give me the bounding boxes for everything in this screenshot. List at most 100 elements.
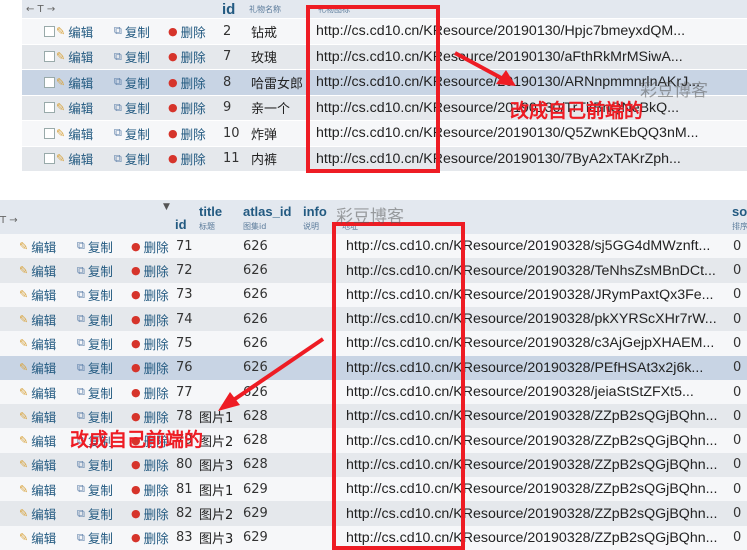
row-checkbox[interactable] (44, 45, 55, 70)
column-sort-arrows[interactable]: T → (0, 210, 18, 230)
copy-link[interactable]: ⧉ 复制 (77, 283, 113, 308)
column-gift-name[interactable]: 礼物名称 (249, 0, 281, 18)
edit-link[interactable]: ✎ 编辑 (19, 404, 56, 429)
column-info[interactable]: info (303, 202, 327, 220)
column-id[interactable]: id (222, 0, 235, 18)
edit-link[interactable]: ✎ 编辑 (19, 477, 56, 502)
edit-link[interactable]: ✎ 编辑 (19, 307, 56, 332)
checkbox[interactable] (44, 102, 55, 114)
delete-link[interactable]: ● 删除 (131, 283, 169, 308)
checkbox[interactable] (44, 51, 55, 63)
edit-link[interactable]: ✎ 编辑 (19, 331, 56, 356)
delete-link[interactable]: ● 删除 (168, 19, 206, 44)
copy-link[interactable]: ⧉ 复制 (77, 234, 113, 259)
delete-link[interactable]: ● 删除 (168, 147, 206, 172)
edit-link[interactable]: ✎ 编辑 (19, 501, 56, 526)
delete-link[interactable]: ● 删除 (168, 70, 206, 95)
checkbox[interactable] (44, 127, 55, 139)
edit-link[interactable]: ✎ 编辑 (56, 70, 93, 95)
row-checkbox[interactable] (44, 70, 55, 95)
edit-link-label: 编辑 (68, 75, 94, 91)
checkbox[interactable] (44, 153, 55, 165)
delete-link[interactable]: ● 删除 (131, 307, 169, 332)
sort-desc-icon[interactable]: ▼ (163, 200, 170, 214)
delete-link[interactable]: ● 删除 (131, 526, 169, 550)
copy-link[interactable]: ⧉ 复制 (77, 477, 113, 502)
edit-link[interactable]: ✎ 编辑 (19, 453, 56, 478)
delete-link-label: 删除 (143, 531, 169, 547)
column-id[interactable]: id (175, 214, 187, 234)
copy-link[interactable]: ⧉ 复制 (114, 147, 150, 172)
delete-icon: ● (168, 50, 178, 64)
checkbox[interactable] (44, 76, 55, 88)
delete-link[interactable]: ● 删除 (131, 331, 169, 356)
column-atlas-id[interactable]: atlas_id (243, 202, 291, 220)
copy-link[interactable]: ⧉ 复制 (114, 70, 150, 95)
copy-link-label: 复制 (87, 482, 113, 498)
delete-link[interactable]: ● 删除 (131, 234, 169, 259)
row-id: 8 (223, 74, 232, 90)
copy-link[interactable]: ⧉ 复制 (114, 121, 150, 146)
row-atlas-id: 626 (243, 311, 268, 327)
row-sort: 0 (733, 530, 742, 546)
delete-link-label: 删除 (143, 336, 169, 352)
row-sort: 0 (733, 287, 742, 303)
row-sort: 0 (733, 433, 742, 449)
pencil-icon: ✎ (56, 126, 66, 140)
copy-link[interactable]: ⧉ 复制 (77, 356, 113, 381)
row-checkbox[interactable] (44, 19, 55, 44)
row-checkbox[interactable] (44, 96, 55, 121)
edit-link-label: 编辑 (31, 312, 57, 328)
delete-link[interactable]: ● 删除 (168, 121, 206, 146)
delete-link[interactable]: ● 删除 (131, 258, 169, 283)
checkbox[interactable] (44, 25, 55, 37)
copy-link[interactable]: ⧉ 复制 (77, 307, 113, 332)
delete-link-label: 删除 (180, 126, 206, 142)
copy-link[interactable]: ⧉ 复制 (77, 331, 113, 356)
edit-link-label: 编辑 (68, 24, 94, 40)
edit-link[interactable]: ✎ 编辑 (56, 45, 93, 70)
row-id: 71 (176, 238, 193, 254)
edit-link[interactable]: ✎ 编辑 (19, 380, 56, 405)
edit-link[interactable]: ✎ 编辑 (56, 121, 93, 146)
copy-link[interactable]: ⧉ 复制 (77, 453, 113, 478)
edit-link[interactable]: ✎ 编辑 (19, 428, 56, 453)
copy-link[interactable]: ⧉ 复制 (77, 380, 113, 405)
edit-link[interactable]: ✎ 编辑 (56, 19, 93, 44)
edit-link[interactable]: ✎ 编辑 (19, 356, 56, 381)
copy-link[interactable]: ⧉ 复制 (114, 45, 150, 70)
row-checkbox[interactable] (44, 121, 55, 146)
delete-link[interactable]: ● 删除 (131, 380, 169, 405)
edit-link[interactable]: ✎ 编辑 (19, 258, 56, 283)
delete-link[interactable]: ● 删除 (131, 453, 169, 478)
edit-link-label: 编辑 (31, 507, 57, 523)
copy-link[interactable]: ⧉ 复制 (114, 96, 150, 121)
row-atlas-id: 626 (243, 360, 268, 376)
copy-link[interactable]: ⧉ 复制 (77, 258, 113, 283)
column-sort[interactable]: so (732, 202, 747, 220)
delete-link[interactable]: ● 删除 (168, 96, 206, 121)
edit-link[interactable]: ✎ 编辑 (56, 96, 93, 121)
row-checkbox[interactable] (44, 147, 55, 172)
row-id: 7 (223, 49, 232, 65)
copy-link[interactable]: ⧉ 复制 (77, 501, 113, 526)
edit-link[interactable]: ✎ 编辑 (19, 234, 56, 259)
copy-link[interactable]: ⧉ 复制 (77, 526, 113, 550)
delete-link-label: 删除 (180, 50, 206, 66)
column-sort-arrows[interactable]: ← T → (26, 0, 55, 18)
copy-link[interactable]: ⧉ 复制 (114, 19, 150, 44)
delete-link[interactable]: ● 删除 (131, 477, 169, 502)
edit-link-label: 编辑 (31, 288, 57, 304)
copy-icon: ⧉ (77, 482, 85, 496)
edit-link[interactable]: ✎ 编辑 (56, 147, 93, 172)
delete-link[interactable]: ● 删除 (168, 45, 206, 70)
delete-link[interactable]: ● 删除 (131, 501, 169, 526)
delete-link[interactable]: ● 删除 (131, 356, 169, 381)
edit-link[interactable]: ✎ 编辑 (19, 526, 56, 550)
copy-icon: ⧉ (114, 126, 122, 140)
pencil-icon: ✎ (19, 239, 29, 253)
column-title[interactable]: title (199, 202, 222, 220)
edit-link[interactable]: ✎ 编辑 (19, 283, 56, 308)
row-id: 74 (176, 311, 193, 327)
pencil-icon: ✎ (19, 336, 29, 350)
